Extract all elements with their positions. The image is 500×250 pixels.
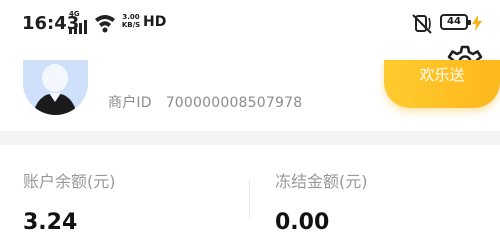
network-type-label: 4G [69,10,80,18]
status-bar: 16:43 4G 3.00 KB/S HD 44 [0,0,500,48]
battery-icon: 44 [440,14,471,30]
signal-4g-icon: 4G [69,10,91,34]
merchant-id-value: 700000008507978 [165,95,303,111]
speed-unit: KB/S [121,21,141,29]
hd-indicator: HD [143,14,167,30]
merchant-id-label: 商户ID [108,95,152,111]
wifi-icon [95,15,115,33]
frozen-amount-value: 0.00 [275,210,330,235]
account-balance-value: 3.24 [23,210,78,235]
promo-button[interactable]: 欢乐送 [384,60,500,108]
mute-icon [412,14,432,34]
section-divider [0,131,500,145]
account-balance[interactable]: 账户余额(元) 3.24 [23,168,116,235]
avatar[interactable] [23,60,88,115]
frozen-amount[interactable]: 冻结金额(元) 0.00 [275,168,368,235]
account-balance-label: 账户余额(元) [23,172,116,191]
column-divider [249,180,250,218]
charging-icon [472,15,482,31]
speed-value: 3.00 [122,13,140,21]
frozen-amount-label: 冻结金额(元) [275,172,368,191]
network-speed: 3.00 KB/S [121,13,141,29]
merchant-id: 商户ID 700000008507978 [108,92,302,112]
